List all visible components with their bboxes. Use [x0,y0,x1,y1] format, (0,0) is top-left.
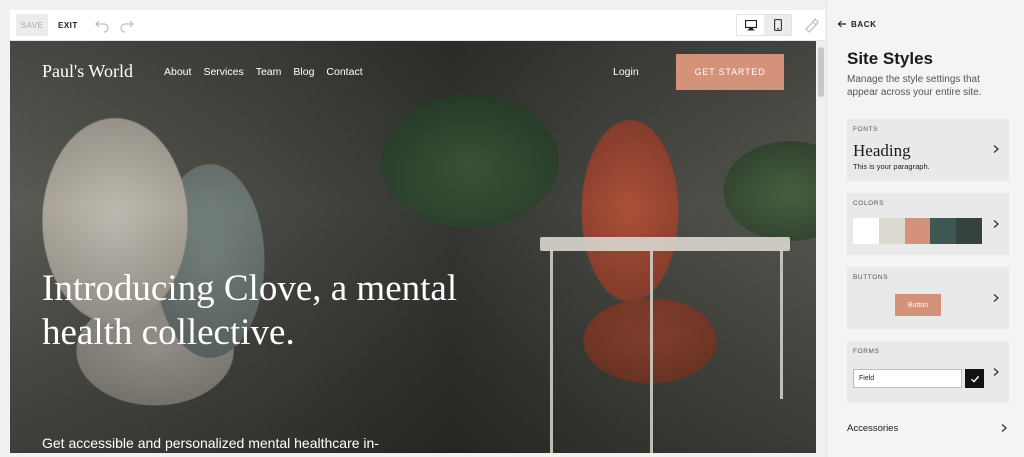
get-started-button[interactable]: GET STARTED [676,54,784,90]
panel-title: Site Styles [847,49,933,68]
nav-item-blog[interactable]: Blog [293,66,314,78]
site-preview[interactable]: Paul's World About Services Team Blog Co… [10,41,816,453]
save-button[interactable]: SAVE [16,14,48,36]
hero-subhead: Get accessible and personalized mental h… [42,435,379,451]
chevron-right-icon[interactable] [999,423,1009,433]
checkmark-icon [970,375,979,383]
nav-item-contact[interactable]: Contact [326,66,362,78]
hero-table-leg [650,249,653,453]
exit-button[interactable]: EXIT [58,14,78,36]
forms-label: FORMS [853,348,880,355]
nav-item-team[interactable]: Team [256,66,282,78]
color-swatch [853,218,879,244]
nav-item-services[interactable]: Services [203,66,243,78]
color-swatch [878,218,905,244]
hero-headline: Introducing Clove, a mental health colle… [42,268,458,353]
login-link[interactable]: Login [613,66,639,78]
site-styles-panel: BACK Site Styles Manage the style settin… [826,0,1024,457]
hero-table-decoration [540,237,790,251]
editor-toolbar: SAVE EXIT [10,10,825,41]
font-paragraph-sample: This is your paragraph. [853,162,930,171]
chevron-right-icon [993,294,999,302]
back-label: BACK [851,19,877,29]
undo-icon[interactable] [94,17,110,33]
color-swatch [930,218,957,244]
desktop-view-button[interactable] [737,15,764,35]
hero-table-leg [550,249,553,453]
color-swatch [956,218,982,244]
panel-description: Manage the style settings that appear ac… [847,74,982,98]
site-nav: About Services Team Blog Contact [164,66,363,78]
form-field-sample: Field [853,369,962,388]
buttons-card[interactable]: BUTTONS Button [847,267,1009,329]
color-palette [853,218,982,244]
font-heading-sample: Heading [853,141,911,160]
view-toggle [736,14,792,36]
arrow-left-icon [837,20,846,28]
colors-label: COLORS [853,200,885,207]
fonts-label: FONTS [853,126,879,133]
chevron-right-icon [993,145,999,153]
back-button[interactable]: BACK [837,19,877,29]
scrollbar-thumb[interactable] [818,47,824,97]
colors-card[interactable]: COLORS [847,193,1009,255]
forms-card[interactable]: FORMS Field [847,341,1009,403]
chevron-right-icon [993,220,999,228]
preview-scrollbar[interactable] [816,41,826,453]
hero-table-leg [780,249,783,399]
mobile-view-button[interactable] [764,15,791,35]
fonts-card[interactable]: FONTS Heading This is your paragraph. [847,119,1009,181]
chevron-right-icon [993,368,999,376]
site-brand[interactable]: Paul's World [42,61,133,82]
mobile-icon [773,19,782,31]
form-checkbox-sample [965,369,984,388]
editor-canvas: SAVE EXIT Paul's World About Services Te… [0,0,826,457]
desktop-icon [744,19,757,30]
redo-icon[interactable] [119,17,135,33]
accessories-item[interactable]: Accessories [847,423,898,434]
brush-icon[interactable] [802,16,820,34]
buttons-label: BUTTONS [853,274,889,281]
color-swatch [904,218,931,244]
nav-item-about[interactable]: About [164,66,191,78]
button-style-sample: Button [895,294,941,316]
